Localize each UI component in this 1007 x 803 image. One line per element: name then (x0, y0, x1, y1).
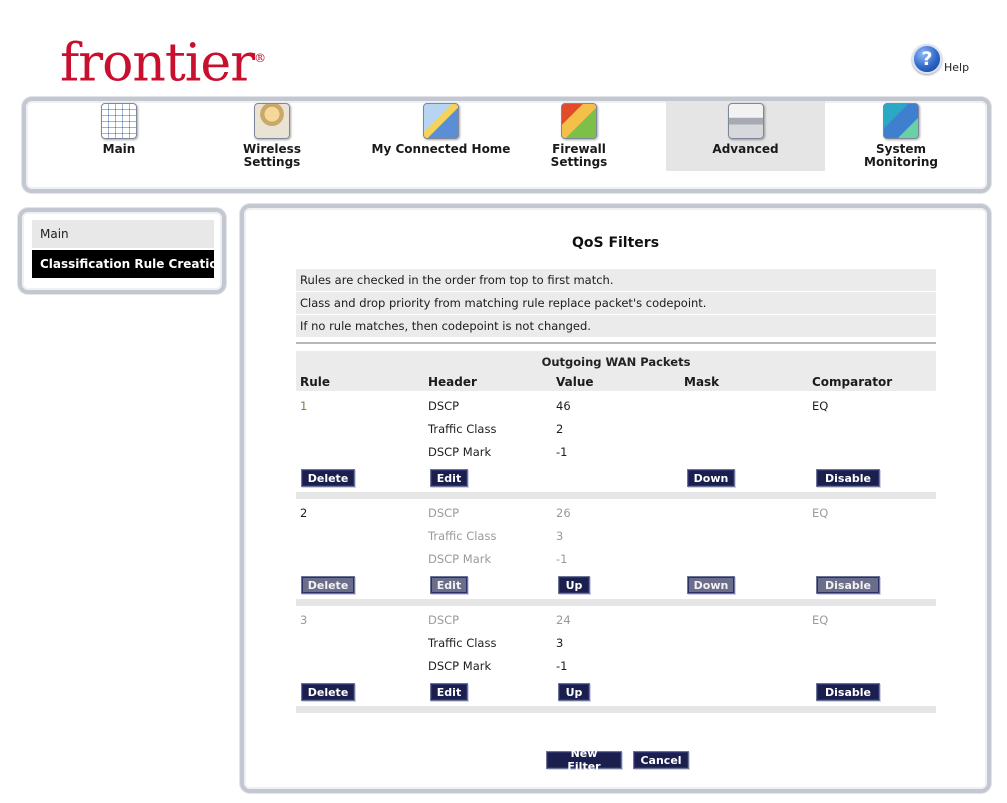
header-cell: Traffic Class (428, 636, 497, 650)
value-cell: -1 (556, 552, 568, 566)
row-separator (296, 599, 936, 606)
table-caption: Outgoing WAN Packets (541, 355, 691, 369)
header-cell: DSCP Mark (428, 659, 492, 673)
new-filter-button[interactable]: New Filter (546, 747, 622, 773)
advanced-router-icon (727, 103, 764, 139)
page-title: QoS Filters (571, 235, 660, 251)
down-button[interactable]: Down (687, 469, 735, 487)
nav-item-system-monitoring[interactable]: System Monitoring (826, 101, 976, 171)
info-line: If no rule matches, then codepoint is no… (296, 315, 936, 337)
delete-button[interactable]: Delete (301, 576, 355, 594)
column-header-mask: Mask (684, 375, 720, 389)
value-cell: -1 (556, 445, 568, 459)
row-separator (296, 706, 936, 713)
comparator-cell: EQ (812, 506, 829, 520)
connected-home-icon (423, 103, 459, 139)
table-header: Outgoing WAN Packets Rule Header Value M… (296, 351, 936, 391)
help-label[interactable]: Help (944, 61, 969, 74)
value-cell: 26 (556, 506, 571, 520)
main-panel: QoS Filters Rules are checked in the ord… (240, 204, 991, 793)
edit-button[interactable]: Edit (430, 576, 468, 594)
sidebar-item-classification-rule-creation[interactable]: Classification Rule Creation (32, 250, 214, 278)
top-navigation: Main Wireless Settings My Connected Home… (22, 97, 991, 193)
delete-button[interactable]: Delete (301, 683, 355, 701)
info-line: Class and drop priority from matching ru… (296, 292, 936, 314)
header-cell: DSCP Mark (428, 445, 492, 459)
down-button[interactable]: Down (687, 576, 735, 594)
edit-button[interactable]: Edit (430, 683, 468, 701)
rule-number: 2 (300, 506, 308, 520)
firewall-icon (561, 103, 597, 139)
nav-item-wireless-settings[interactable]: Wireless Settings (192, 101, 352, 171)
nav-item-firewall-settings[interactable]: Firewall Settings (504, 101, 654, 171)
value-cell: 2 (556, 422, 564, 436)
value-cell: 24 (556, 613, 571, 627)
header-cell: DSCP Mark (428, 552, 492, 566)
header-cell: DSCP (428, 506, 460, 520)
comparator-cell: EQ (812, 613, 829, 627)
rule-number: 3 (300, 613, 308, 627)
sidebar-item-main[interactable]: Main (32, 220, 214, 248)
help-icon[interactable]: ? (912, 44, 942, 74)
logo-text: frontier (60, 33, 255, 94)
row-separator (296, 492, 936, 499)
main-grid-icon (101, 103, 137, 139)
header-cell: Traffic Class (428, 529, 497, 543)
header-cell: Traffic Class (428, 422, 497, 436)
value-cell: 46 (556, 399, 571, 413)
header-cell: DSCP (428, 613, 460, 627)
header-cell: DSCP (428, 399, 460, 413)
disable-button[interactable]: Disable (816, 683, 880, 701)
divider (296, 342, 936, 344)
value-cell: 3 (556, 636, 564, 650)
comparator-cell: EQ (812, 399, 829, 413)
logo-registered-mark: ® (254, 51, 267, 65)
help-link[interactable]: ? Help (912, 44, 969, 74)
value-cell: -1 (556, 659, 568, 673)
nav-item-advanced[interactable]: Advanced (666, 101, 825, 171)
cancel-button[interactable]: Cancel (633, 751, 689, 769)
column-header-comparator: Comparator (812, 375, 893, 389)
up-button[interactable]: Up (558, 576, 590, 594)
info-line: Rules are checked in the order from top … (296, 269, 936, 291)
nav-item-main[interactable]: Main (34, 101, 204, 171)
disable-button[interactable]: Disable (816, 576, 880, 594)
column-header-header: Header (428, 375, 477, 389)
disable-button[interactable]: Disable (816, 469, 880, 487)
sidebar: Main Classification Rule Creation (18, 208, 226, 294)
wireless-router-icon (254, 103, 290, 139)
edit-button[interactable]: Edit (430, 469, 468, 487)
frontier-logo: frontier® (60, 28, 266, 93)
column-header-rule: Rule (300, 375, 331, 389)
delete-button[interactable]: Delete (301, 469, 355, 487)
value-cell: 3 (556, 529, 564, 543)
up-button[interactable]: Up (558, 683, 590, 701)
system-monitoring-icon (883, 103, 919, 139)
column-header-value: Value (556, 375, 594, 389)
rule-number: 1 (300, 399, 308, 413)
